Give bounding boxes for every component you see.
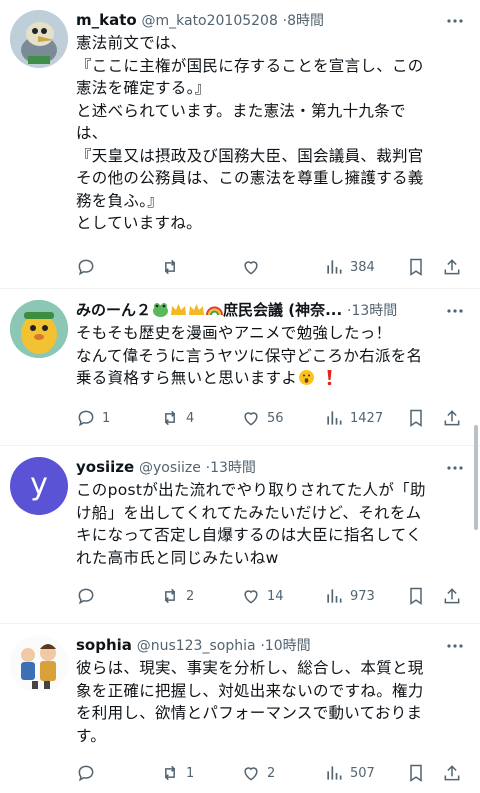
bookmark-button[interactable] [406,584,426,608]
share-icon [444,259,460,275]
share-icon [444,410,460,426]
action-bar: 2 14 973 [76,584,462,608]
avatar[interactable]: y [10,457,68,515]
more-icon[interactable] [444,457,466,479]
crown-emoji-icon [189,304,205,315]
bookmark-button[interactable] [406,255,426,279]
crown-emoji-icon [171,304,187,315]
avatar-bird-image [10,10,68,68]
more-icon[interactable] [444,10,466,32]
reply-icon [78,259,94,276]
more-icon[interactable] [444,635,466,657]
reply-button[interactable] [76,761,102,785]
views-button[interactable]: 384 [324,255,375,279]
reply-icon [78,410,94,427]
post-time[interactable]: 10時間 [265,638,311,654]
repost-button[interactable]: 4 [160,406,194,430]
action-bar: 1 4 56 1427 [76,406,462,430]
action-bar: 1 2 507 [76,761,462,785]
bookmark-icon [410,587,422,605]
share-button[interactable] [442,761,462,785]
post-text: 彼らは、現実、事実を分析し、総合し、本質と現 象を正確に把握し、対処出来ないのです… [76,659,424,745]
bookmark-icon [410,764,422,782]
post-text: 憲法前文では、 『ここに主権が国民に存することを宣言し、この 憲法を確定する。』 と述… [76,34,424,232]
post-time[interactable]: 13時間 [210,460,256,476]
reply-icon [78,588,94,605]
repost-button[interactable]: 1 [160,761,194,785]
repost-icon [164,259,176,275]
like-icon [244,767,258,781]
views-icon [327,411,342,425]
views-button[interactable]: 507 [324,761,375,785]
bookmark-button[interactable] [406,406,426,430]
views-icon [327,589,342,603]
post-time[interactable]: 8時間 [287,13,324,29]
post-text: そもそも歴史を漫画やアニメで勉強したっ！ なんて偉そうに言うヤツに保守どころか右派… [76,324,423,387]
author-handle[interactable]: @nus123_sophia [137,638,256,654]
like-icon [244,412,258,426]
surprised-face-emoji-icon [299,370,315,385]
post-m-kato[interactable]: m_kato @m_kato20105208 ·8時間 憲法前文では、 『ここに主… [0,0,480,289]
scrollbar[interactable] [474,425,478,530]
bookmark-icon [410,409,422,427]
repost-button[interactable]: 2 [160,584,194,608]
avatar[interactable] [10,300,68,358]
share-icon [444,588,460,604]
author-handle[interactable]: @yosiize [139,460,201,476]
reply-button[interactable]: 1 [76,406,110,430]
reply-button[interactable] [76,584,102,608]
repost-icon [164,588,176,604]
views-icon [327,260,342,274]
post-time[interactable]: 13時間 [351,303,397,319]
repost-button[interactable] [160,255,186,279]
like-button[interactable]: 2 [241,761,275,785]
views-icon [327,766,342,780]
author-name[interactable]: sophia [76,636,132,654]
share-icon [444,765,460,781]
reply-button[interactable] [76,255,102,279]
avatar-character-image [10,300,68,358]
author-name[interactable]: みのーん２ [76,301,151,319]
more-icon[interactable] [444,300,466,322]
avatar-illustration-image [10,635,68,693]
post-yosiize[interactable]: y yosiize @yosiize ·13時間 このpostが出た流れでやり取… [0,445,480,624]
author-name[interactable]: m_kato [76,11,137,29]
author-name[interactable]: yosiize [76,458,134,476]
post-text: このpostが出た流れでやり取りされてた人が「助 け船」を出してくれてたみたいだけ… [76,481,426,567]
author-handle[interactable]: @m_kato20105208 [141,13,277,29]
views-button[interactable]: 973 [324,584,375,608]
reply-icon [78,765,94,782]
avatar[interactable] [10,10,68,68]
repost-icon [164,765,176,781]
like-button[interactable] [241,255,267,279]
post-minon[interactable]: みのーん２ 庶民会議 (神奈... ·13時間 そもそも歴史を漫画やアニメで勉強し… [0,288,480,446]
like-icon [244,590,258,604]
like-button[interactable]: 56 [241,406,284,430]
avatar-letter: y [30,466,48,502]
share-button[interactable] [442,584,462,608]
like-button[interactable]: 14 [241,584,284,608]
action-bar: 384 [76,255,462,279]
repost-icon [164,410,176,426]
post-sophia[interactable]: sophia @nus123_sophia ·10時間 彼らは、現実、事実を分析… [0,623,480,793]
bookmark-button[interactable] [406,761,426,785]
bookmark-icon [410,258,422,276]
frog-emoji-icon [153,303,169,317]
views-button[interactable]: 1427 [324,406,383,430]
share-button[interactable] [442,406,462,430]
like-icon [244,261,258,275]
exclamation-emoji-icon [327,370,332,386]
rainbow-emoji-icon [206,306,224,316]
author-name-tail[interactable]: 庶民会議 (神奈... [223,301,342,319]
share-button[interactable] [442,255,462,279]
avatar[interactable] [10,635,68,693]
